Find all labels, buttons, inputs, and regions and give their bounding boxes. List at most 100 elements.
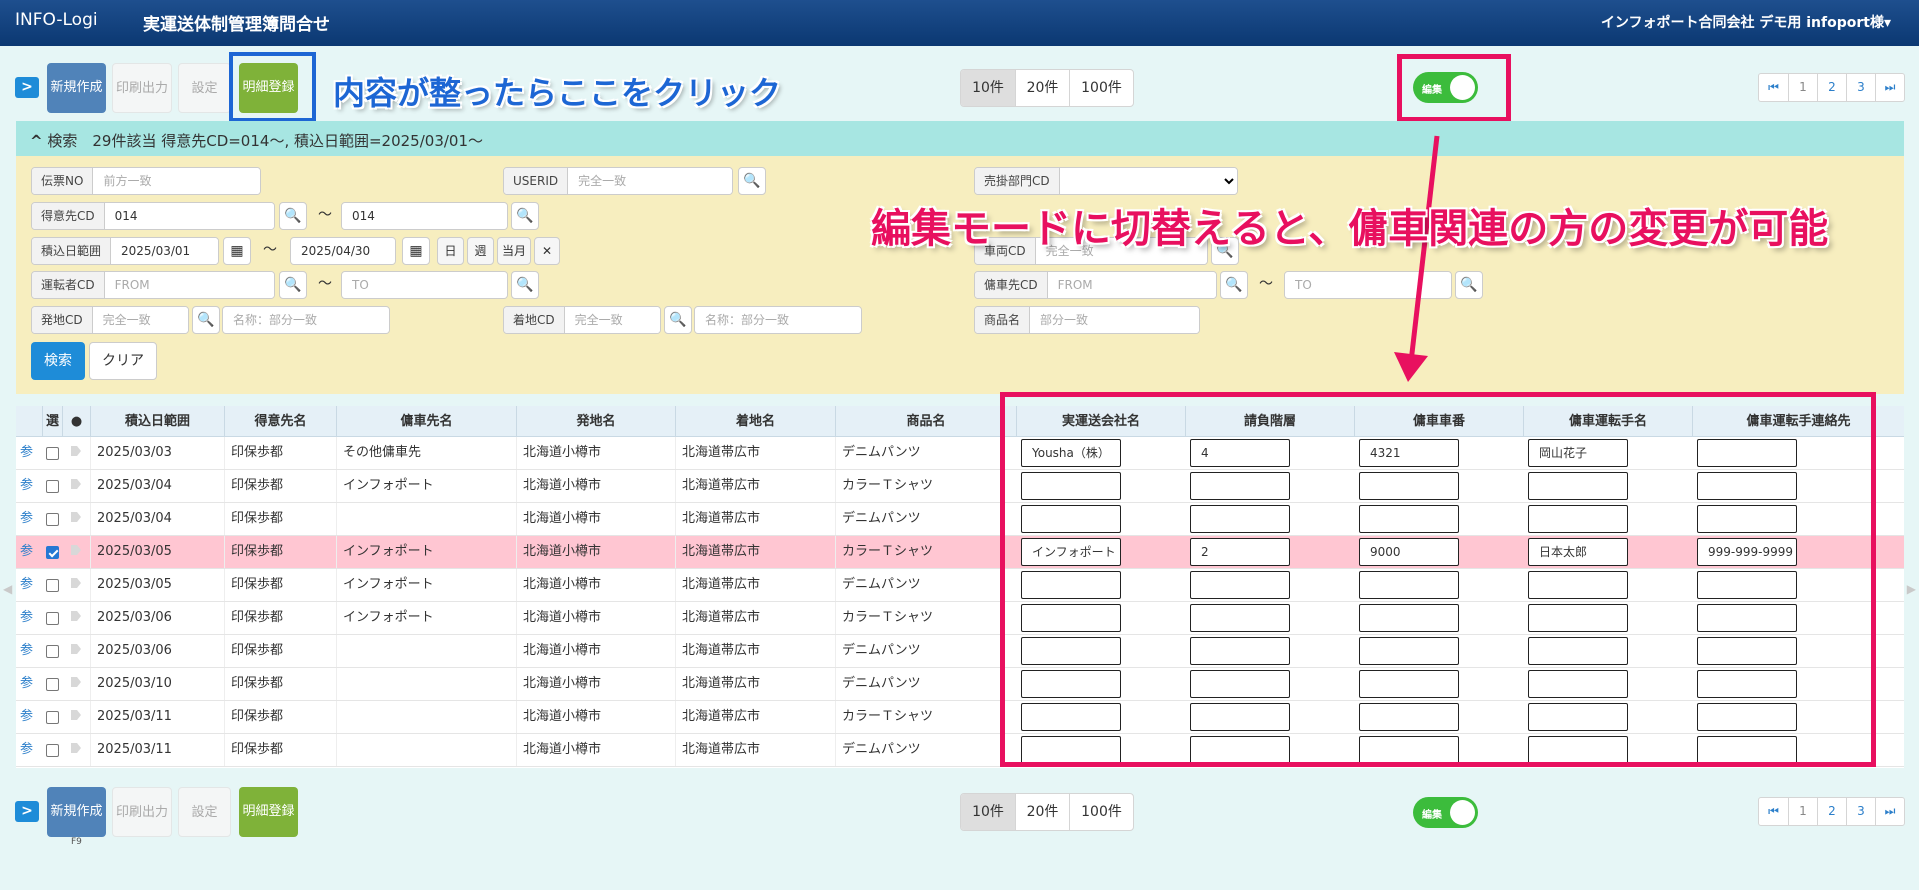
edit-input-renraku[interactable] bbox=[1697, 472, 1797, 500]
edit-input-renraku[interactable] bbox=[1697, 670, 1797, 698]
ref-link[interactable]: 参 bbox=[16, 437, 42, 469]
ref-link[interactable]: 参 bbox=[16, 701, 42, 733]
edit-input-driver[interactable] bbox=[1528, 604, 1628, 632]
table-row[interactable]: 参 2025/03/11 印保歩都 北海道小樽市 北海道帯広市 カラーＴシャツ bbox=[16, 701, 1904, 734]
settings-button[interactable]: 設定 bbox=[178, 63, 231, 113]
table-row[interactable]: 参 2025/03/05 印保歩都 インフォポート 北海道小樽市 北海道帯広市 カラーＴシャ… bbox=[16, 536, 1904, 569]
edit-input-shaban[interactable] bbox=[1359, 571, 1459, 599]
driver-to-input[interactable] bbox=[342, 272, 507, 298]
edit-input-kaiso[interactable]: 4 bbox=[1190, 439, 1290, 467]
pager-page-3-bottom[interactable]: 3 bbox=[1846, 798, 1875, 825]
scroll-left-icon[interactable]: ◀ bbox=[3, 582, 12, 596]
edit-input-shaban[interactable] bbox=[1359, 670, 1459, 698]
hatsu-input[interactable] bbox=[92, 307, 188, 333]
tag-icon[interactable] bbox=[71, 578, 81, 588]
row-select-checkbox[interactable] bbox=[46, 513, 59, 526]
edit-input-jitsu[interactable] bbox=[1021, 736, 1121, 764]
userid-search-icon[interactable]: 🔍 bbox=[738, 167, 766, 195]
edit-input-driver[interactable] bbox=[1528, 670, 1628, 698]
date-clear-icon[interactable]: ✕ bbox=[534, 237, 560, 265]
page-size-20[interactable]: 20件 bbox=[1015, 70, 1069, 106]
row-select-checkbox[interactable] bbox=[46, 678, 59, 691]
yosha-from-search-icon[interactable]: 🔍 bbox=[1220, 271, 1248, 299]
edit-input-driver[interactable] bbox=[1528, 472, 1628, 500]
ref-link[interactable]: 参 bbox=[16, 470, 42, 502]
page-size-10-bottom[interactable]: 10件 bbox=[961, 794, 1015, 830]
month-button[interactable]: 当月 bbox=[497, 237, 531, 265]
pager-first-icon-bottom[interactable]: ⏮ bbox=[1759, 798, 1788, 825]
tag-icon[interactable] bbox=[71, 644, 81, 654]
register-button-bottom[interactable]: 明細登録 bbox=[239, 787, 298, 837]
hatsu-search-icon[interactable]: 🔍 bbox=[192, 306, 220, 334]
shohin-input[interactable] bbox=[1030, 307, 1199, 333]
edit-input-shaban[interactable] bbox=[1359, 505, 1459, 533]
tokui-from-search-icon[interactable]: 🔍 bbox=[279, 202, 307, 230]
edit-input-driver[interactable]: 日本太郎 bbox=[1528, 538, 1628, 566]
bumon-select[interactable] bbox=[1059, 168, 1237, 194]
edit-input-kaiso[interactable] bbox=[1190, 637, 1290, 665]
user-menu[interactable]: インフォポート合同会社 デモ用 infoport様▾ bbox=[1601, 12, 1891, 32]
tag-icon[interactable] bbox=[71, 512, 81, 522]
edit-input-jitsu[interactable] bbox=[1021, 670, 1121, 698]
edit-input-renraku[interactable] bbox=[1697, 637, 1797, 665]
page-size-10[interactable]: 10件 bbox=[961, 70, 1015, 106]
row-select-checkbox[interactable] bbox=[46, 744, 59, 757]
edit-input-kaiso[interactable] bbox=[1190, 472, 1290, 500]
new-button-bottom[interactable]: 新規作成 bbox=[47, 787, 106, 837]
app-logo[interactable]: INFO-Logi bbox=[15, 10, 98, 30]
edit-input-renraku[interactable] bbox=[1697, 736, 1797, 764]
search-button[interactable]: 検索 bbox=[31, 342, 85, 380]
edit-input-jitsu[interactable]: Yousha（株） bbox=[1021, 439, 1121, 467]
tag-icon[interactable] bbox=[71, 611, 81, 621]
print-button-bottom[interactable]: 印刷出力 bbox=[112, 787, 172, 837]
scroll-right-icon[interactable]: ▶ bbox=[1907, 582, 1916, 596]
print-button[interactable]: 印刷出力 bbox=[112, 63, 172, 113]
tokui-from-input[interactable] bbox=[104, 203, 274, 229]
yosha-from-input[interactable] bbox=[1047, 272, 1216, 298]
driver-to-search-icon[interactable]: 🔍 bbox=[511, 271, 539, 299]
tokui-to-search-icon[interactable]: 🔍 bbox=[511, 202, 539, 230]
edit-input-shaban[interactable]: 9000 bbox=[1359, 538, 1459, 566]
ref-link[interactable]: 参 bbox=[16, 536, 42, 568]
edit-input-jitsu[interactable]: インフォポート bbox=[1021, 538, 1121, 566]
edit-input-kaiso[interactable] bbox=[1190, 703, 1290, 731]
pager-page-2[interactable]: 2 bbox=[1817, 74, 1846, 101]
table-row[interactable]: 参 2025/03/10 印保歩都 北海道小樽市 北海道帯広市 デニムパンツ bbox=[16, 668, 1904, 701]
chaku-search-icon[interactable]: 🔍 bbox=[664, 306, 692, 334]
edit-input-kaiso[interactable] bbox=[1190, 505, 1290, 533]
expand-button[interactable]: > bbox=[15, 77, 39, 98]
edit-input-renraku[interactable] bbox=[1697, 571, 1797, 599]
driver-from-input[interactable] bbox=[104, 272, 274, 298]
table-row[interactable]: 参 2025/03/06 印保歩都 北海道小樽市 北海道帯広市 デニムパンツ bbox=[16, 635, 1904, 668]
ref-link[interactable]: 参 bbox=[16, 503, 42, 535]
edit-input-renraku[interactable] bbox=[1697, 703, 1797, 731]
row-select-checkbox[interactable] bbox=[46, 579, 59, 592]
row-select-checkbox[interactable] bbox=[46, 645, 59, 658]
edit-input-driver[interactable] bbox=[1528, 571, 1628, 599]
edit-input-shaban[interactable] bbox=[1359, 604, 1459, 632]
pager-page-1-bottom[interactable]: 1 bbox=[1788, 798, 1817, 825]
pager-last-icon-bottom[interactable]: ⏭ bbox=[1875, 798, 1904, 825]
edit-input-jitsu[interactable] bbox=[1021, 637, 1121, 665]
settings-button-bottom[interactable]: 設定 bbox=[178, 787, 231, 837]
edit-input-jitsu[interactable] bbox=[1021, 472, 1121, 500]
date-to-input[interactable] bbox=[291, 238, 395, 264]
edit-input-driver[interactable]: 岡山花子 bbox=[1528, 439, 1628, 467]
row-select-checkbox[interactable] bbox=[46, 711, 59, 724]
clear-button[interactable]: クリア bbox=[89, 342, 157, 380]
pager-page-1[interactable]: 1 bbox=[1788, 74, 1817, 101]
chaku-name-input[interactable] bbox=[695, 307, 861, 333]
edit-input-kaiso[interactable]: 2 bbox=[1190, 538, 1290, 566]
row-select-checkbox[interactable] bbox=[46, 480, 59, 493]
edit-input-driver[interactable] bbox=[1528, 703, 1628, 731]
pager-first-icon[interactable]: ⏮ bbox=[1759, 74, 1788, 101]
table-row[interactable]: 参 2025/03/11 印保歩都 北海道小樽市 北海道帯広市 デニムパンツ bbox=[16, 734, 1904, 767]
date-to-calendar-icon[interactable]: ▦ bbox=[402, 237, 430, 265]
date-from-calendar-icon[interactable]: ▦ bbox=[223, 237, 251, 265]
row-select-checkbox[interactable] bbox=[46, 612, 59, 625]
edit-input-shaban[interactable] bbox=[1359, 736, 1459, 764]
ref-link[interactable]: 参 bbox=[16, 602, 42, 634]
tag-icon[interactable] bbox=[71, 446, 81, 456]
edit-input-renraku[interactable] bbox=[1697, 439, 1797, 467]
hatsu-name-input[interactable] bbox=[223, 307, 389, 333]
